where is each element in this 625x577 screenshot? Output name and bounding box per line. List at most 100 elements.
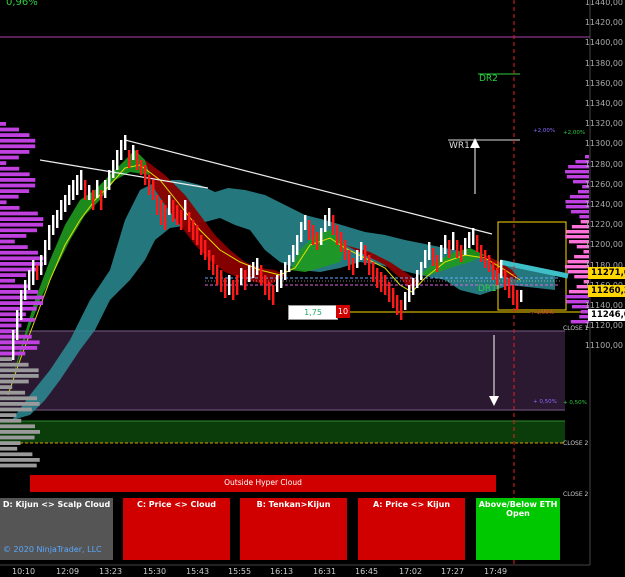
candle	[480, 245, 483, 262]
candle	[68, 185, 71, 205]
volume-bar	[0, 172, 30, 177]
candle	[352, 258, 355, 275]
candle	[124, 135, 127, 150]
candle	[176, 205, 179, 225]
price-tick-label: 11320,00	[584, 119, 623, 129]
price-tick-label: 11380,00	[584, 58, 623, 68]
candle	[144, 165, 147, 185]
volume-bar	[574, 275, 589, 279]
candle	[456, 240, 459, 258]
candle	[292, 245, 295, 262]
close2-label: CLOSE 2	[563, 440, 589, 447]
candle	[200, 235, 203, 255]
volume-bar	[565, 235, 589, 239]
candle	[388, 282, 391, 302]
volume-bar	[0, 256, 44, 261]
candle	[220, 270, 223, 292]
candle	[464, 238, 467, 255]
pct-label: +2,00%	[533, 128, 556, 134]
volume-bar	[0, 133, 30, 137]
candle	[444, 235, 447, 254]
count-badge[interactable]: 10	[336, 305, 350, 318]
candle	[476, 235, 479, 252]
candle	[196, 225, 199, 245]
volume-bar	[0, 278, 16, 283]
candle	[216, 265, 219, 285]
candle	[420, 262, 423, 280]
dr1-label: DR1	[478, 284, 497, 294]
volume-bar	[0, 267, 37, 272]
time-tick-label: 16:45	[355, 567, 379, 576]
candle	[304, 215, 307, 230]
multiplier-input[interactable]: 1,75	[288, 305, 338, 320]
candle	[328, 208, 331, 226]
volume-bar	[0, 200, 7, 205]
candle	[504, 270, 507, 290]
price-tick-label: 11220,00	[584, 220, 623, 230]
candle	[160, 200, 163, 225]
candle	[276, 275, 279, 292]
candle	[296, 235, 299, 255]
candle	[92, 190, 95, 210]
volume-bar	[567, 270, 589, 274]
candle	[96, 180, 99, 198]
close2-label-lower: CLOSE 2	[563, 491, 589, 498]
price-tick-label: 11360,00	[584, 78, 623, 88]
candle	[60, 200, 63, 220]
candle	[384, 275, 387, 295]
time-tick-label: 12:09	[56, 567, 80, 576]
percent-change: 0,96%	[6, 0, 38, 8]
signal-eth-open[interactable]: Above/Below ETH Open	[476, 498, 560, 560]
candle	[56, 210, 59, 228]
candle	[340, 232, 343, 252]
price-tick-label: 11340,00	[584, 99, 623, 108]
volume-bar	[568, 290, 589, 294]
candle	[192, 220, 195, 240]
volume-bar	[0, 228, 38, 233]
candle	[152, 180, 155, 200]
volume-bar	[0, 334, 32, 339]
candle	[188, 212, 191, 232]
pct-label: + 0,50%	[533, 399, 557, 405]
candle	[364, 245, 367, 265]
candle	[104, 180, 107, 198]
volume-bar	[0, 368, 39, 373]
volume-bar	[0, 183, 36, 188]
signal-price-cloud[interactable]: C: Price <> Cloud	[123, 498, 230, 560]
time-tick-label: 17:27	[441, 567, 465, 576]
time-tick-label: 10:10	[12, 567, 36, 576]
candle	[224, 278, 227, 298]
candle	[100, 190, 103, 210]
candle	[232, 280, 235, 300]
candle	[76, 175, 79, 195]
candle	[432, 248, 435, 266]
candle	[156, 195, 159, 215]
time-tick-label: 15:30	[143, 567, 167, 576]
signal-tenkan-kijun[interactable]: B: Tenkan>Kijun	[240, 498, 347, 560]
candle	[468, 232, 471, 248]
candle	[212, 255, 215, 275]
pct-label: + 1,00%	[530, 310, 554, 316]
candle	[516, 290, 519, 310]
volume-bar	[0, 346, 38, 350]
candle	[500, 260, 503, 278]
candle	[316, 232, 319, 250]
candle	[116, 150, 119, 170]
price-tick-label: 11440,00	[584, 0, 623, 7]
candle	[380, 272, 383, 292]
volume-bar	[0, 452, 33, 457]
candle	[404, 292, 407, 310]
volume-bar	[566, 230, 589, 234]
price-tick-label: 11240,00	[584, 200, 623, 209]
volume-bar	[0, 374, 39, 378]
pct-label: + 0,50%	[563, 400, 587, 406]
candle	[136, 150, 139, 170]
time-tick-label: 13:23	[99, 567, 123, 576]
volume-bar	[565, 295, 589, 299]
signal-price-kijun[interactable]: A: Price <> Kijun	[358, 498, 465, 560]
candle	[320, 228, 323, 245]
candle	[20, 290, 23, 320]
volume-bar	[0, 407, 32, 412]
price-tick-label: 11400,00	[584, 38, 623, 48]
candle	[472, 228, 475, 245]
